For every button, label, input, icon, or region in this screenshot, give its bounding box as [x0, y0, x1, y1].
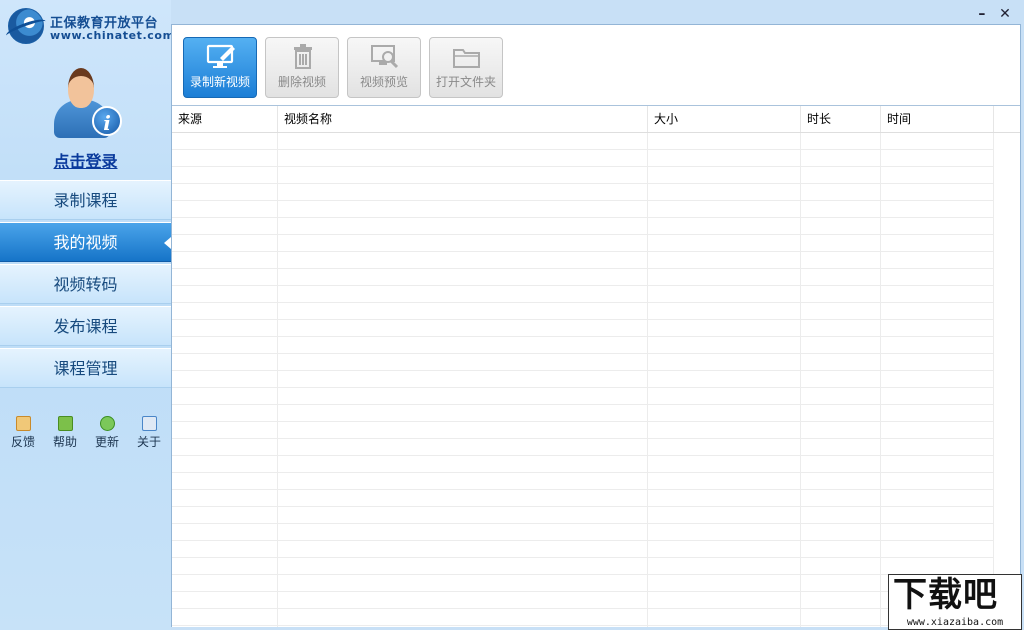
- nav-item-my-videos[interactable]: 我的视频: [0, 222, 171, 262]
- info-icon: i: [92, 106, 122, 136]
- toolbar: 录制新视频 删除视频 视频预览 打开文件夹: [172, 25, 1020, 105]
- column-divider: [800, 133, 801, 627]
- help-button[interactable]: 帮助: [47, 416, 83, 450]
- login-link[interactable]: 点击登录: [0, 148, 171, 172]
- minimize-button[interactable]: –: [973, 7, 991, 23]
- feedback-icon: [15, 416, 31, 431]
- video-preview-label: 视频预览: [359, 75, 408, 89]
- app-logo: 正保教育开放平台 www.chinatet.com: [6, 6, 174, 46]
- window-controls: – ✕: [973, 3, 1014, 21]
- open-folder-button[interactable]: 打开文件夹: [429, 37, 503, 98]
- column-header-source[interactable]: 来源: [172, 106, 278, 132]
- about-icon: [141, 416, 157, 431]
- preview-icon: [371, 45, 399, 69]
- watermark-logo-text: 下载吧: [893, 575, 998, 615]
- main-panel: 录制新视频 删除视频 视频预览 打开文件夹 来源 视频名称 大小 时长 时间: [171, 24, 1021, 627]
- watermark: 下载吧 www.xiazaiba.com: [888, 574, 1022, 630]
- about-label: 关于: [136, 435, 161, 449]
- feedback-button[interactable]: 反馈: [5, 416, 41, 450]
- delete-video-button[interactable]: 删除视频: [265, 37, 339, 98]
- feedback-label: 反馈: [10, 435, 35, 449]
- nav-item-course-management[interactable]: 课程管理: [0, 348, 171, 388]
- open-folder-label: 打开文件夹: [435, 75, 496, 89]
- update-button[interactable]: 更新: [89, 416, 125, 450]
- nav-item-video-transcode[interactable]: 视频转码: [0, 264, 171, 304]
- column-divider: [647, 133, 648, 627]
- column-header-size[interactable]: 大小: [648, 106, 801, 132]
- column-divider: [277, 133, 278, 627]
- video-preview-button[interactable]: 视频预览: [347, 37, 421, 98]
- table-body: [172, 133, 994, 627]
- table-header: 来源 视频名称 大小 时长 时间: [172, 106, 1020, 133]
- help-icon: [57, 416, 73, 431]
- delete-video-label: 删除视频: [277, 75, 326, 89]
- record-new-video-button[interactable]: 录制新视频: [183, 37, 257, 98]
- avatar-head: [68, 68, 94, 108]
- record-screen-icon: [206, 44, 235, 68]
- column-header-duration[interactable]: 时长: [801, 106, 881, 132]
- video-table: 来源 视频名称 大小 时长 时间: [172, 105, 1020, 627]
- update-icon: [99, 416, 115, 431]
- close-button[interactable]: ✕: [996, 7, 1014, 23]
- column-divider: [993, 133, 994, 627]
- app-name-en: www.chinatet.com: [50, 29, 175, 42]
- nav-item-record-course[interactable]: 录制课程: [0, 180, 171, 220]
- about-button[interactable]: 关于: [131, 416, 167, 450]
- watermark-url: www.xiazaiba.com: [906, 617, 1004, 628]
- trash-icon: [294, 44, 312, 69]
- column-divider: [880, 133, 881, 627]
- column-header-video-name[interactable]: 视频名称: [278, 106, 648, 132]
- record-new-video-label: 录制新视频: [189, 75, 250, 89]
- nav-item-publish-course[interactable]: 发布课程: [0, 306, 171, 346]
- sidebar: 正保教育开放平台 www.chinatet.com i 点击登录 录制课程 我的…: [0, 0, 174, 630]
- folder-icon: [453, 49, 480, 68]
- help-label: 帮助: [52, 435, 77, 449]
- column-header-time[interactable]: 时间: [881, 106, 994, 132]
- update-label: 更新: [94, 435, 119, 449]
- globe-logo-icon: [8, 8, 44, 44]
- user-avatar[interactable]: i: [52, 66, 122, 140]
